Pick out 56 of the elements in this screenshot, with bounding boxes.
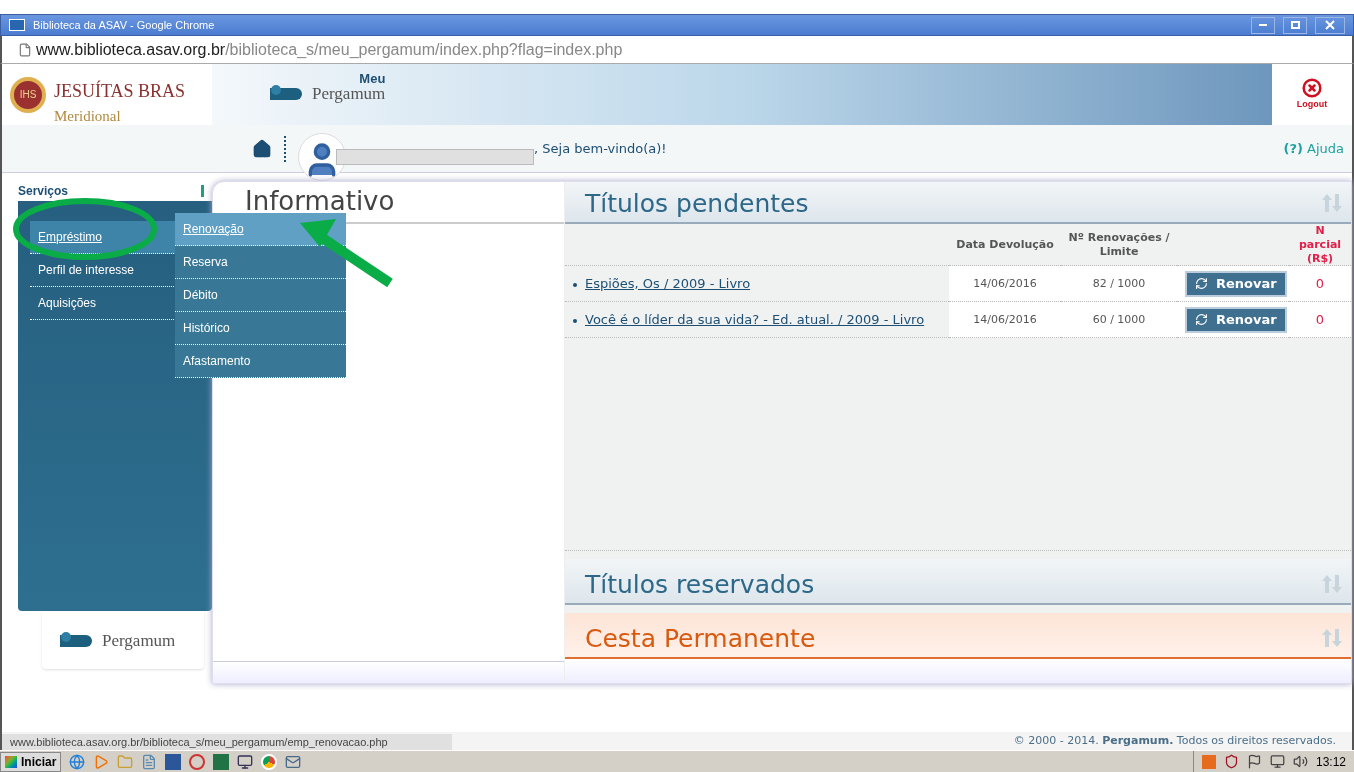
- bullet-icon: [573, 318, 577, 323]
- logo-text: Pergamum: [312, 85, 386, 102]
- home-icon[interactable]: [252, 138, 272, 159]
- sun-emblem-icon: IHS: [10, 76, 46, 113]
- scroll-logo-icon: [58, 631, 94, 649]
- help-link[interactable]: (?) Ajuda: [1283, 138, 1344, 159]
- section-title: Títulos pendentes: [585, 187, 809, 220]
- media-player-icon[interactable]: [93, 753, 110, 770]
- window-title: Biblioteca da ASAV - Google Chrome: [33, 17, 216, 33]
- renew-button[interactable]: Renovar: [1185, 270, 1287, 297]
- sidebar-title: Serviços: [18, 183, 69, 200]
- close-icon: [1325, 20, 1335, 30]
- org-name: JESUÍTAS BRAS: [54, 79, 186, 103]
- bullet-icon: [573, 282, 577, 287]
- column-header: Data Devolução: [949, 224, 1061, 266]
- date-cell: 14/06/2016: [949, 301, 1061, 338]
- notepad-icon[interactable]: [141, 753, 158, 770]
- welcome-text: , Seja bem-vindo(a)!: [534, 139, 668, 158]
- date-cell: 14/06/2016: [949, 265, 1061, 302]
- app-icon: [9, 19, 25, 31]
- logo-text: Pergamum: [102, 632, 176, 649]
- shield-icon[interactable]: [1223, 754, 1239, 769]
- minimize-button[interactable]: [1251, 16, 1275, 34]
- maximize-button[interactable]: [1283, 16, 1307, 34]
- section-header[interactable]: Cesta Permanente: [565, 613, 1351, 659]
- flag-icon[interactable]: [1246, 754, 1262, 769]
- close-button[interactable]: [1315, 16, 1345, 34]
- amount-cell: 0: [1289, 301, 1351, 338]
- maximize-icon: [1290, 21, 1300, 29]
- minimize-icon: [1259, 24, 1267, 26]
- renewals-cell: 82 / 1000: [1061, 265, 1177, 302]
- informativo-title: Informativo: [213, 182, 564, 224]
- title-link[interactable]: Espiões, Os / 2009 - Livro: [585, 276, 751, 291]
- section-header[interactable]: Títulos reservados: [565, 559, 1351, 605]
- browser-icon[interactable]: [69, 753, 86, 770]
- scroll-logo-icon: [268, 84, 304, 102]
- logo-caption: Meu: [359, 72, 386, 85]
- status-url: www.biblioteca.asav.org.br/biblioteca_s/meu_pergamum/emp_renovacao.php: [2, 734, 452, 750]
- clock: 13:12: [1315, 753, 1346, 771]
- section-title: Cesta Permanente: [585, 622, 816, 655]
- column-header: Nº Renovações / Limite: [1061, 224, 1177, 266]
- renewals-cell: 60 / 1000: [1061, 301, 1177, 338]
- start-button[interactable]: Iniciar: [0, 751, 62, 772]
- section-title: Títulos reservados: [585, 568, 815, 601]
- org-subtitle: Meridional: [54, 106, 122, 126]
- column-header: N parcial (R$): [1289, 224, 1351, 266]
- copyright-text: © 2000 - 2014. Pergamum. Todos os direitos reservados.: [1013, 732, 1336, 749]
- renew-button[interactable]: Renovar: [1185, 306, 1287, 333]
- refresh-icon: [1195, 313, 1208, 327]
- amount-cell: 0: [1289, 265, 1351, 302]
- remote-desktop-icon[interactable]: [237, 753, 254, 770]
- volume-icon[interactable]: [1292, 754, 1308, 769]
- mail-icon[interactable]: [285, 753, 302, 770]
- refresh-icon: [1195, 277, 1208, 291]
- logout-icon: [1302, 77, 1322, 98]
- network-icon[interactable]: [1269, 754, 1285, 769]
